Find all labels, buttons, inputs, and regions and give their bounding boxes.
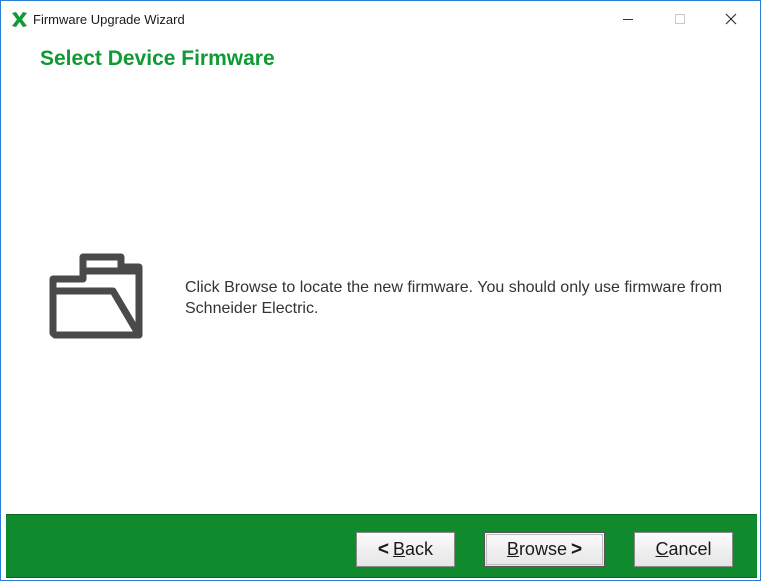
app-logo-icon [12, 12, 27, 27]
cancel-button[interactable]: Cancel [634, 532, 733, 567]
maximize-button[interactable] [657, 1, 703, 37]
back-button[interactable]: < Back [356, 532, 455, 567]
title-bar[interactable]: Firmware Upgrade Wizard [1, 1, 760, 37]
cancel-button-label: Cancel [655, 539, 712, 559]
browse-button-label: Browse [506, 539, 567, 559]
maximize-icon [675, 14, 685, 24]
wizard-window: Firmware Upgrade Wizard Select Device Fi… [0, 0, 761, 581]
close-button[interactable] [708, 1, 754, 37]
back-button-label: Back [393, 539, 434, 559]
chevron-left-icon: < [377, 539, 390, 560]
folder-open-icon [49, 253, 143, 339]
minimize-button[interactable] [605, 1, 651, 37]
page-title: Select Device Firmware [40, 47, 275, 70]
instruction-message: Click Browse to locate the new firmware.… [185, 279, 723, 317]
close-icon [725, 13, 737, 25]
minimize-icon [623, 19, 633, 20]
browse-button[interactable]: Browse > [484, 532, 605, 567]
window-title: Firmware Upgrade Wizard [33, 12, 185, 27]
chevron-right-icon: > [570, 539, 583, 560]
